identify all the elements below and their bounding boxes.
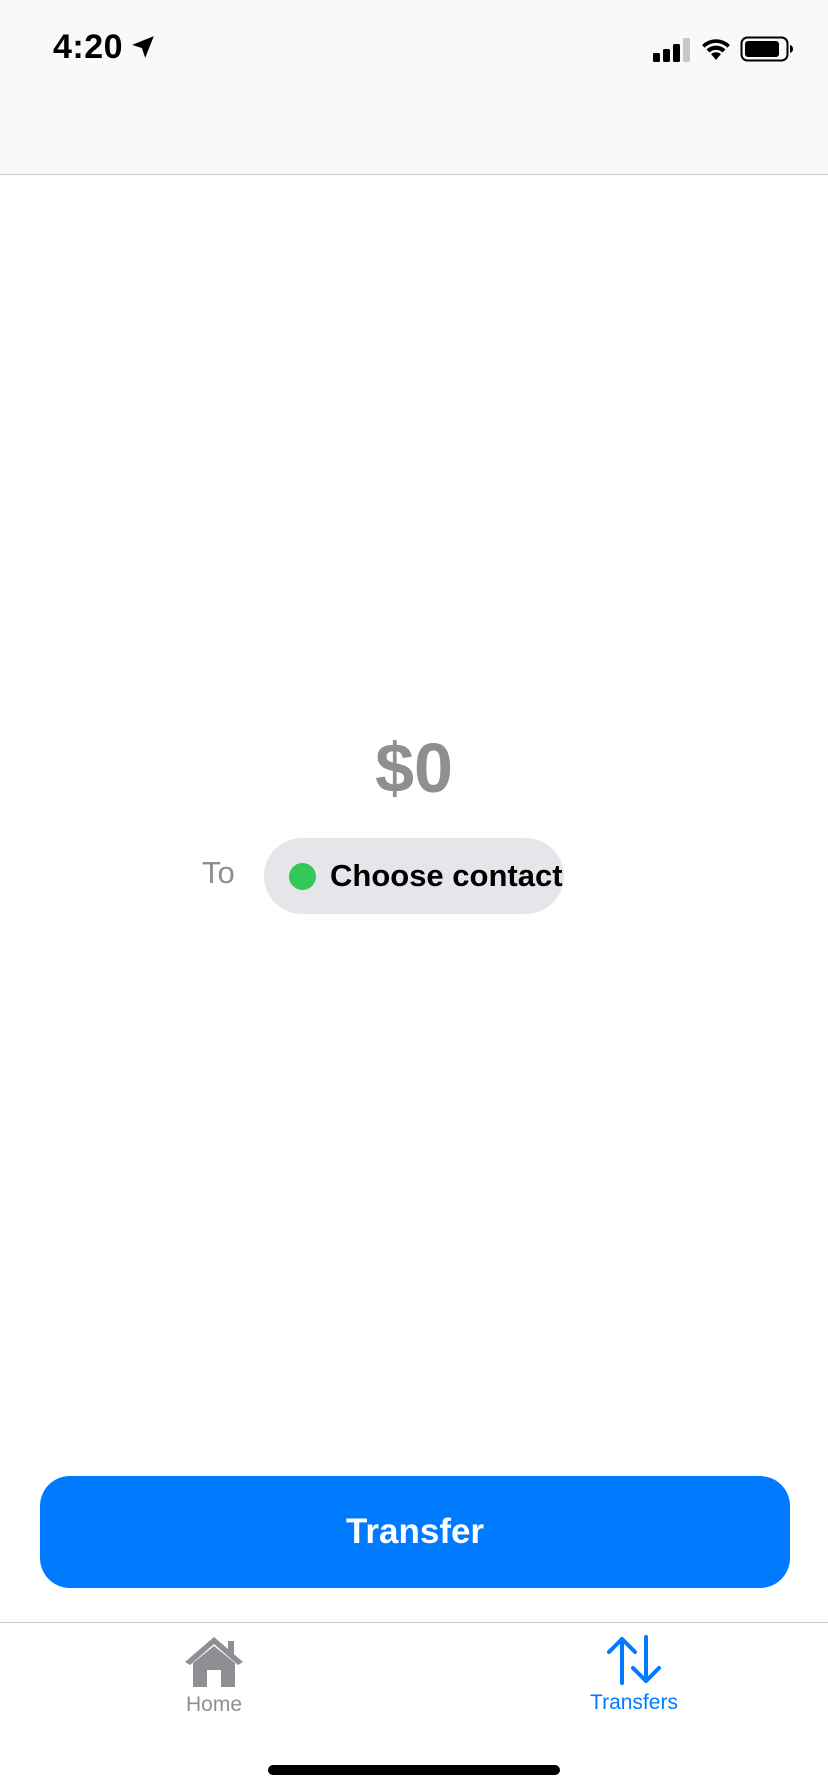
cellular-signal-icon [653,38,690,62]
tab-transfers-label: Transfers [590,1691,678,1714]
tab-transfers[interactable]: Transfers [554,1623,714,1733]
location-arrow-icon [132,36,154,58]
wifi-icon [702,39,730,60]
house-icon [185,1637,243,1687]
battery-icon [740,36,793,62]
choose-contact-button[interactable]: Choose contact [264,838,564,914]
contact-status-dot [289,862,316,890]
tab-home[interactable]: Home [134,1623,294,1733]
status-bar: 4:20 [0,0,828,175]
amount-display: $0 [375,729,453,807]
status-time: 4:20 [53,28,124,66]
to-label: To [202,855,235,890]
choose-contact-label: Choose contact [330,858,563,893]
transfer-button[interactable]: Transfer [40,1476,790,1588]
tab-home-label: Home [185,1693,243,1716]
home-indicator [268,1765,560,1775]
transfer-arrows-icon [607,1635,661,1685]
